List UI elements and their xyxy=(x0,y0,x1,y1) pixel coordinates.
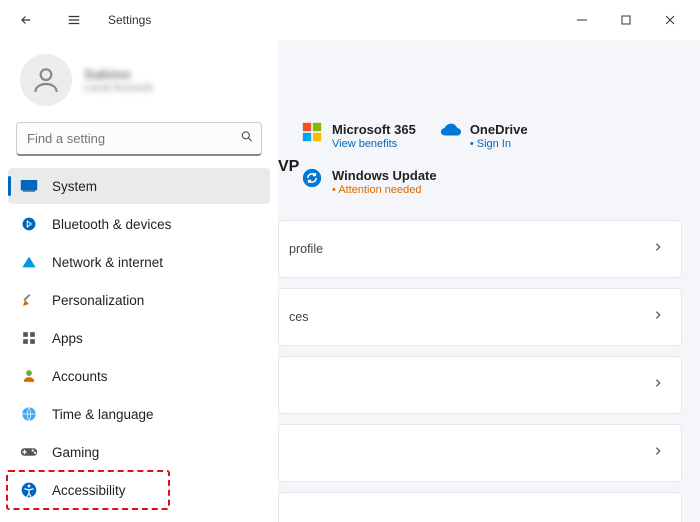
services-row: Microsoft 365 View benefits OneDrive Sig… xyxy=(278,40,700,168)
user-sub: Local Account xyxy=(84,82,153,94)
apps-icon xyxy=(20,329,38,347)
nav-list: System Bluetooth & devices Network & int… xyxy=(8,168,270,508)
service-windows-update[interactable]: Windows Update Attention needed xyxy=(302,168,437,196)
time-icon xyxy=(20,405,38,423)
service-onedrive[interactable]: OneDrive Sign In xyxy=(440,122,528,150)
main-area: Sabino Local Account System Bluetooth & … xyxy=(0,40,700,522)
settings-window: Settings Sabino Local Account xyxy=(0,0,700,522)
nav-label: Apps xyxy=(52,331,83,346)
chevron-right-icon xyxy=(653,308,663,327)
settings-card[interactable] xyxy=(278,356,682,414)
personalization-icon xyxy=(20,291,38,309)
chevron-right-icon xyxy=(653,240,663,259)
nav-label: Accounts xyxy=(52,369,108,384)
heading-fragment: VP xyxy=(278,158,299,176)
microsoft-icon xyxy=(302,122,322,142)
nav-label: Time & language xyxy=(52,407,154,422)
sidebar: Sabino Local Account System Bluetooth & … xyxy=(0,40,278,522)
sidebar-item-accounts[interactable]: Accounts xyxy=(8,358,270,394)
sidebar-item-network[interactable]: Network & internet xyxy=(8,244,270,280)
service-sub: Attention needed xyxy=(332,184,437,196)
user-profile[interactable]: Sabino Local Account xyxy=(8,44,270,116)
sidebar-item-accessibility[interactable]: Accessibility xyxy=(8,472,270,508)
accessibility-icon xyxy=(20,481,38,499)
maximize-button[interactable] xyxy=(604,4,648,36)
system-icon xyxy=(20,177,38,195)
nav-label: Accessibility xyxy=(52,483,126,498)
avatar-icon xyxy=(20,54,72,106)
content-pane: VP Microsoft 365 View benefits OneDrive … xyxy=(278,40,700,522)
app-title: Settings xyxy=(108,13,151,27)
service-title: OneDrive xyxy=(470,122,528,137)
settings-card[interactable] xyxy=(278,492,682,522)
settings-card[interactable] xyxy=(278,424,682,482)
back-button[interactable] xyxy=(8,2,44,38)
update-icon xyxy=(302,168,322,188)
chevron-right-icon xyxy=(653,444,663,463)
bluetooth-icon xyxy=(20,215,38,233)
user-name: Sabino xyxy=(84,66,153,82)
nav-label: System xyxy=(52,179,97,194)
nav-label: Gaming xyxy=(52,445,99,460)
service-title: Windows Update xyxy=(332,168,437,183)
service-sub: Sign In xyxy=(470,138,528,150)
sidebar-item-time-language[interactable]: Time & language xyxy=(8,396,270,432)
sidebar-item-system[interactable]: System xyxy=(8,168,270,204)
accounts-icon xyxy=(20,367,38,385)
sidebar-item-personalization[interactable]: Personalization xyxy=(8,282,270,318)
close-button[interactable] xyxy=(648,4,692,36)
titlebar: Settings xyxy=(0,0,700,40)
minimize-button[interactable] xyxy=(560,4,604,36)
onedrive-icon xyxy=(440,122,460,142)
nav-label: Network & internet xyxy=(52,255,163,270)
service-sub: View benefits xyxy=(332,138,416,150)
cards-list: profile ces xyxy=(278,214,700,522)
nav-label: Bluetooth & devices xyxy=(52,217,171,232)
hamburger-button[interactable] xyxy=(56,2,92,38)
sidebar-item-gaming[interactable]: Gaming xyxy=(8,434,270,470)
search-input[interactable] xyxy=(16,122,262,156)
nav-label: Personalization xyxy=(52,293,144,308)
service-title: Microsoft 365 xyxy=(332,122,416,137)
service-microsoft365[interactable]: Microsoft 365 View benefits xyxy=(302,122,416,150)
sidebar-item-bluetooth[interactable]: Bluetooth & devices xyxy=(8,206,270,242)
services-row2: Windows Update Attention needed xyxy=(278,168,700,214)
gaming-icon xyxy=(20,443,38,461)
card-label: profile xyxy=(289,242,323,256)
settings-card[interactable]: ces xyxy=(278,288,682,346)
network-icon xyxy=(20,253,38,271)
card-label: ces xyxy=(289,310,308,324)
chevron-right-icon xyxy=(653,376,663,395)
settings-card[interactable]: profile xyxy=(278,220,682,278)
sidebar-item-apps[interactable]: Apps xyxy=(8,320,270,356)
